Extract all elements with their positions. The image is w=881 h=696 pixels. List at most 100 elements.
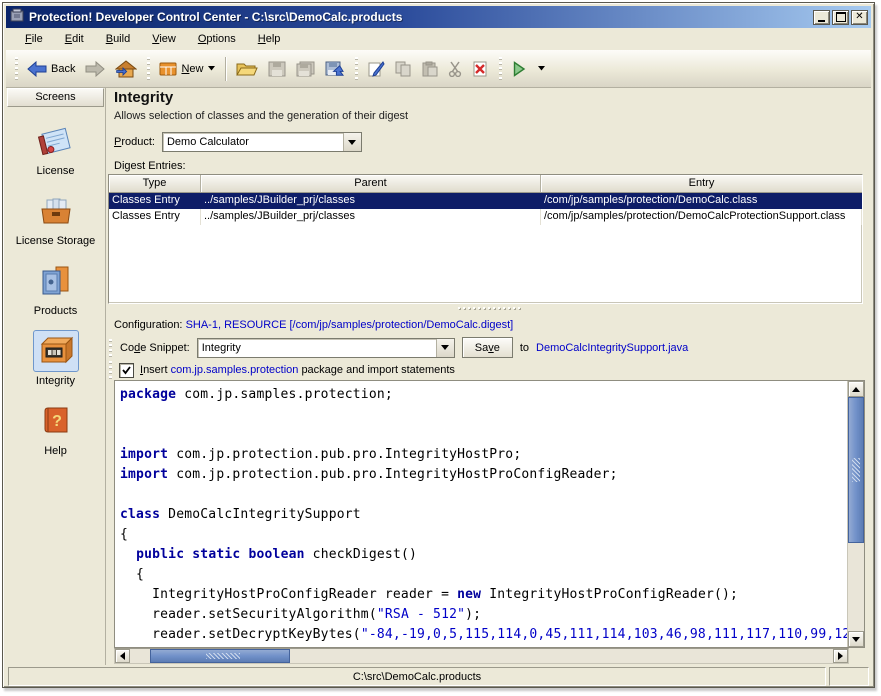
- toolbar-separator: [225, 57, 226, 81]
- menu-options[interactable]: Options: [189, 31, 245, 47]
- row-grip[interactable]: [108, 339, 113, 357]
- code-snippet-select[interactable]: Integrity: [197, 338, 455, 358]
- horizontal-scroll-thumb[interactable]: [150, 649, 290, 663]
- toolbar-grip[interactable]: [14, 57, 18, 81]
- close-button[interactable]: ✕: [851, 10, 868, 25]
- horizontal-scroll-track[interactable]: [130, 649, 833, 663]
- scroll-down-button[interactable]: [848, 631, 864, 647]
- open-folder-icon: [236, 61, 258, 77]
- sidebar-item-integrity[interactable]: Integrity: [33, 330, 79, 387]
- table-row[interactable]: Classes Entry ../samples/JBuilder_prj/cl…: [109, 193, 862, 209]
- to-label: to: [520, 342, 529, 354]
- new-icon: [159, 61, 177, 77]
- screens-header[interactable]: Screens: [7, 88, 104, 107]
- window-title: Protection! Developer Control Center - C…: [29, 10, 813, 24]
- maximize-button[interactable]: [832, 10, 849, 25]
- back-button[interactable]: Back: [22, 57, 80, 81]
- edit-button[interactable]: [362, 57, 390, 81]
- code-line: [120, 425, 847, 445]
- triangle-right-icon: [838, 652, 843, 660]
- products-icon: [37, 263, 75, 299]
- screens-sidebar: Screens License License St: [6, 88, 106, 665]
- toolbar-grip[interactable]: [354, 57, 358, 81]
- save-icon: [268, 61, 286, 77]
- horizontal-scrollbar[interactable]: [114, 648, 849, 664]
- sidebar-item-help[interactable]: ? Help: [33, 400, 79, 457]
- save-snippet-button[interactable]: Save: [462, 337, 513, 358]
- vertical-scroll-track[interactable]: [848, 397, 864, 631]
- license-storage-icon: [37, 193, 75, 229]
- scroll-right-button[interactable]: [833, 649, 848, 663]
- run-icon: [511, 61, 527, 77]
- menu-view[interactable]: View: [143, 31, 185, 47]
- toolbar-grip[interactable]: [146, 57, 150, 81]
- chevron-down-icon: [441, 345, 449, 350]
- home-button[interactable]: [110, 56, 142, 82]
- cut-button-disabled: [443, 57, 467, 81]
- menu-build[interactable]: Build: [97, 31, 139, 47]
- triangle-up-icon: [852, 387, 860, 392]
- column-header-type[interactable]: Type: [109, 175, 201, 192]
- delete-icon: [472, 61, 489, 77]
- column-header-entry[interactable]: Entry: [541, 175, 862, 192]
- minimize-button[interactable]: [813, 10, 830, 25]
- check-icon: [122, 366, 131, 375]
- sidebar-item-products[interactable]: Products: [33, 260, 79, 317]
- code-snippet-value: Integrity: [198, 339, 436, 357]
- insert-label: Insert: [140, 364, 168, 376]
- vertical-scroll-thumb[interactable]: [848, 397, 864, 543]
- new-button[interactable]: New: [154, 57, 220, 81]
- code-line: public static boolean checkDigest(): [120, 545, 847, 565]
- forward-button[interactable]: [80, 57, 110, 81]
- edit-pencil-icon: [367, 61, 385, 77]
- product-select[interactable]: Demo Calculator: [162, 132, 362, 152]
- integrity-icon: [37, 333, 75, 369]
- code-editor[interactable]: package com.jp.samples.protection; impor…: [114, 380, 865, 648]
- back-arrow-icon: [27, 61, 47, 77]
- maximize-icon: [836, 12, 846, 22]
- run-button[interactable]: [506, 57, 532, 81]
- app-window: Protection! Developer Control Center - C…: [2, 2, 875, 688]
- package-link[interactable]: com.jp.samples.protection: [171, 364, 299, 376]
- menu-file[interactable]: File: [16, 31, 52, 47]
- title-bar[interactable]: Protection! Developer Control Center - C…: [6, 6, 871, 28]
- chevron-down-icon: [208, 66, 215, 71]
- sidebar-item-license-storage[interactable]: License Storage: [16, 190, 96, 247]
- app-icon: [9, 7, 25, 28]
- save-as-icon: [325, 61, 345, 77]
- toolbar-grip[interactable]: [498, 57, 502, 81]
- save-all-button-disabled: [291, 57, 320, 81]
- run-dropdown-button[interactable]: [532, 62, 550, 75]
- status-bar: C:\src\DemoCalc.products: [6, 666, 871, 687]
- column-header-parent[interactable]: Parent: [201, 175, 541, 192]
- code-line: {: [120, 565, 847, 585]
- table-row[interactable]: Classes Entry ../samples/JBuilder_prj/cl…: [109, 209, 862, 225]
- code-line: class DemoCalcIntegritySupport: [120, 505, 847, 525]
- help-icon: ?: [37, 403, 75, 439]
- splitter-handle[interactable]: [106, 304, 871, 311]
- code-line: [120, 485, 847, 505]
- product-dropdown-button[interactable]: [343, 133, 361, 151]
- configuration-value: SHA-1, RESOURCE [/com/jp/samples/protect…: [186, 319, 514, 331]
- code-pane[interactable]: package com.jp.samples.protection; impor…: [115, 381, 847, 647]
- sidebar-item-license[interactable]: License: [33, 120, 79, 177]
- triangle-down-icon: [852, 637, 860, 642]
- target-file-link[interactable]: DemoCalcIntegritySupport.java: [536, 342, 688, 354]
- code-snippet-label: Code Snippet:: [120, 342, 190, 354]
- sidebar-item-label: License Storage: [16, 235, 96, 247]
- menu-help[interactable]: Help: [249, 31, 290, 47]
- cell-parent: ../samples/JBuilder_prj/classes: [201, 193, 541, 209]
- delete-button[interactable]: [467, 57, 494, 81]
- insert-package-checkbox[interactable]: [119, 363, 134, 378]
- open-button[interactable]: [231, 57, 263, 81]
- code-snippet-dropdown-button[interactable]: [436, 339, 454, 357]
- menu-edit[interactable]: Edit: [56, 31, 93, 47]
- sidebar-item-label: Integrity: [36, 375, 75, 387]
- scroll-left-button[interactable]: [115, 649, 130, 663]
- vertical-scrollbar[interactable]: [847, 381, 864, 647]
- page-subtitle: Allows selection of classes and the gene…: [114, 110, 408, 122]
- save-as-button[interactable]: [320, 57, 350, 81]
- copy-icon: [395, 61, 412, 77]
- scroll-up-button[interactable]: [848, 381, 864, 397]
- row-grip[interactable]: [108, 361, 113, 379]
